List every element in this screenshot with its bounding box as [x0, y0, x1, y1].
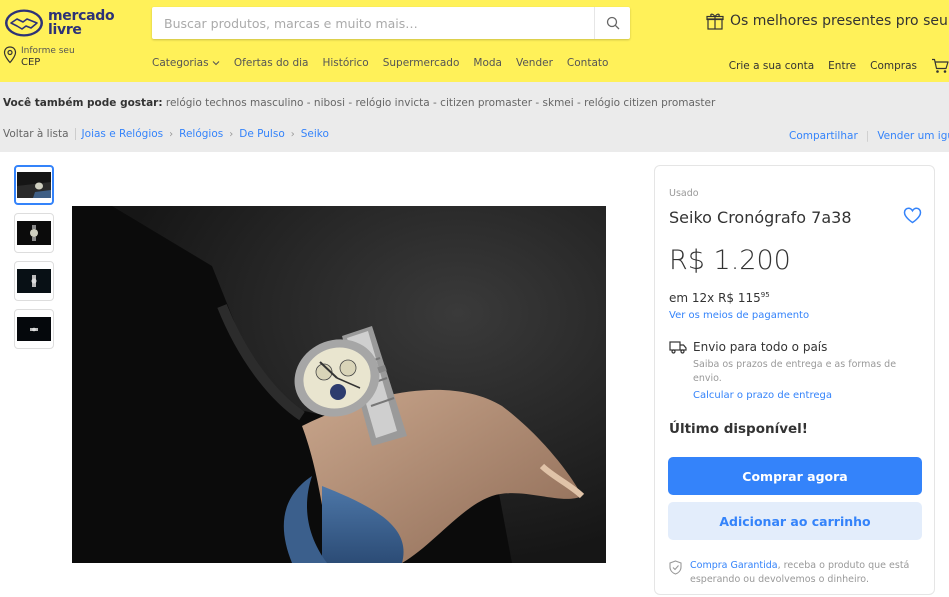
nav-contato[interactable]: Contato	[567, 57, 609, 69]
product-price: R$ 1.200	[669, 245, 791, 276]
nav-categorias[interactable]: Categorias	[152, 57, 220, 69]
chevron-right-icon: ›	[229, 128, 234, 140]
nav-moda[interactable]: Moda	[473, 57, 502, 69]
product-title: Seiko Cronógrafo 7a38	[669, 208, 852, 227]
shield-icon	[669, 560, 682, 575]
thumbnail-image	[17, 269, 51, 293]
header: mercado livre Os melhores presentes pro …	[0, 0, 949, 82]
chevron-right-icon: ›	[290, 128, 295, 140]
account-nav: Crie a sua conta Entre Compras	[729, 58, 949, 74]
breadcrumb: Voltar à lista Joias e Relógios › Relógi…	[3, 128, 329, 140]
logo-text-line2: livre	[48, 22, 82, 38]
add-to-cart-button[interactable]: Adicionar ao carrinho	[668, 502, 922, 540]
thumbnail-2[interactable]	[14, 213, 54, 253]
shipping-title: Envio para todo o país	[693, 340, 828, 354]
search-input[interactable]	[152, 7, 592, 39]
item-condition: Usado	[669, 188, 699, 199]
sell-similar-link[interactable]: Vender um igual	[877, 130, 949, 142]
buy-now-button[interactable]: Comprar agora	[668, 457, 922, 495]
shipping-description: Saiba os prazos de entrega e as formas d…	[693, 359, 897, 384]
suggestions-bar: Você também pode gostar: relógio technos…	[3, 97, 715, 109]
back-to-list-link[interactable]: Voltar à lista	[3, 128, 76, 140]
product-main: Usado Seiko Cronógrafo 7a38 R$ 1.200 em …	[0, 152, 949, 597]
cart-icon[interactable]	[931, 58, 949, 74]
thumbnail-3[interactable]	[14, 261, 54, 301]
divider: |	[865, 130, 870, 142]
nav-vender[interactable]: Vender	[516, 57, 553, 69]
search-bar	[152, 7, 630, 39]
stock-status: Último disponível!	[669, 421, 808, 437]
suggestions-label: Você também pode gostar:	[3, 97, 163, 109]
purchases-link[interactable]: Compras	[870, 60, 917, 72]
promo-banner[interactable]: Os melhores presentes pro seu pai!	[706, 12, 949, 30]
logo-text-line1: mercado	[48, 8, 115, 24]
breadcrumb-item[interactable]: Joias e Relógios	[82, 128, 164, 140]
suggestions-links[interactable]: relógio technos masculino - nibosi - rel…	[166, 97, 715, 109]
installments-amount: em 12x R$ 115	[669, 291, 761, 305]
main-nav: Categorias Ofertas do dia Histórico Supe…	[152, 57, 608, 69]
share-link[interactable]: Compartilhar	[789, 130, 858, 142]
location-selector[interactable]: Informe seu CEP	[3, 46, 75, 68]
product-photo[interactable]	[72, 206, 606, 563]
handshake-logo-icon	[5, 9, 43, 37]
nav-categorias-label: Categorias	[152, 57, 209, 69]
search-button[interactable]	[594, 7, 630, 39]
mercado-livre-logo[interactable]: mercado livre	[4, 6, 115, 42]
chevron-right-icon: ›	[169, 128, 174, 140]
installments-cents: 95	[760, 291, 770, 299]
login-link[interactable]: Entre	[828, 60, 856, 72]
thumbnail-1[interactable]	[14, 165, 54, 205]
payment-methods-link[interactable]: Ver os meios de pagamento	[669, 310, 809, 321]
location-pin-icon	[3, 46, 17, 64]
nav-supermercado[interactable]: Supermercado	[383, 57, 460, 69]
purchase-guarantee: Compra Garantida, receba o produto que e…	[669, 559, 925, 587]
thumbnail-image	[17, 317, 51, 341]
thumbnail-4[interactable]	[14, 309, 54, 349]
guarantee-link[interactable]: Compra Garantida	[690, 560, 778, 571]
breadcrumb-item[interactable]: De Pulso	[239, 128, 285, 140]
breadcrumb-item[interactable]: Seiko	[301, 128, 329, 140]
favorite-heart-icon[interactable]	[903, 207, 922, 224]
location-label: Informe seu	[21, 46, 75, 56]
share-actions: Compartilhar | Vender um igual	[789, 130, 949, 142]
watch-on-wrist-image	[72, 206, 606, 563]
chevron-down-icon	[212, 61, 220, 66]
breadcrumb-item[interactable]: Relógios	[179, 128, 223, 140]
gift-icon	[706, 13, 724, 30]
truck-icon	[669, 341, 687, 354]
calculate-shipping-link[interactable]: Calcular o prazo de entrega	[693, 390, 832, 401]
thumbnail-image	[17, 172, 51, 198]
promo-text: Os melhores presentes pro seu pai!	[730, 13, 949, 29]
buy-box: Usado Seiko Cronógrafo 7a38 R$ 1.200 em …	[654, 165, 935, 595]
nav-ofertas[interactable]: Ofertas do dia	[234, 57, 309, 69]
nav-historico[interactable]: Histórico	[322, 57, 368, 69]
create-account-link[interactable]: Crie a sua conta	[729, 60, 814, 72]
location-value: CEP	[21, 57, 41, 68]
installments: em 12x R$ 11595	[669, 291, 770, 305]
search-icon	[606, 16, 619, 30]
thumbnail-image	[17, 221, 51, 245]
